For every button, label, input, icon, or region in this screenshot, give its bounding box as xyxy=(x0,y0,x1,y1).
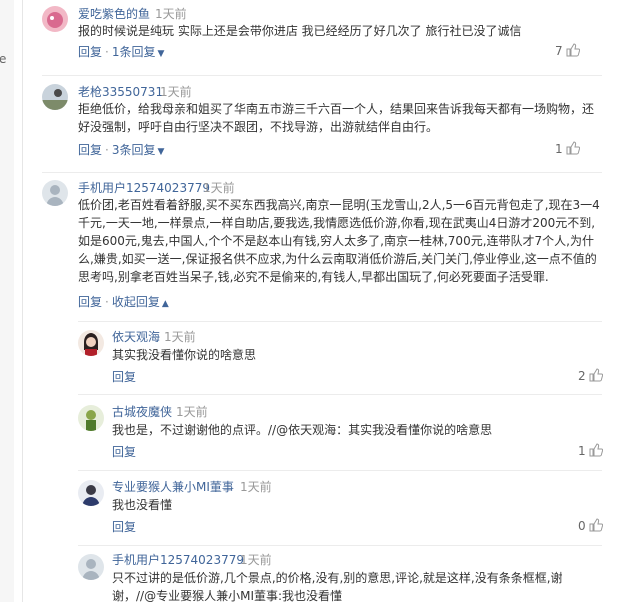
subreply-time: 1天前 xyxy=(240,480,272,494)
comment-actions: 回复 · 收起回复 ▲ xyxy=(78,293,169,310)
like-button[interactable]: 7 xyxy=(555,43,580,60)
left-panel-text: e xyxy=(0,52,7,66)
divider xyxy=(42,75,602,76)
vertical-divider xyxy=(22,0,23,602)
avatar[interactable] xyxy=(78,330,104,356)
avatar[interactable] xyxy=(42,6,68,32)
comment-username[interactable]: 手机用户12574023779 xyxy=(78,179,210,196)
comment-text: 拒绝低价，给我母亲和姐买了华南五市游三千六百一个人，结果回来告诉我每天都有一场购… xyxy=(78,102,595,134)
like-count: 1 xyxy=(578,444,586,458)
divider xyxy=(78,545,602,546)
left-panel: e xyxy=(0,0,14,602)
avatar[interactable] xyxy=(42,180,68,206)
subreply-actions: 回复 xyxy=(112,443,136,460)
thumbs-up-icon xyxy=(566,141,580,158)
subreply-time: 1天前 xyxy=(240,553,272,567)
like-button[interactable]: 0 xyxy=(578,518,603,535)
subreply-text: 我也是，不过谢谢他的点评。//@依天观海：其实我没看懂你说的啥意思 xyxy=(112,423,493,437)
chevron-up-icon[interactable]: ▲ xyxy=(162,299,169,309)
subreply-time: 1天前 xyxy=(176,405,208,419)
divider xyxy=(78,470,602,471)
thumbs-up-icon xyxy=(589,443,603,460)
reply-button[interactable]: 回复 xyxy=(112,445,136,459)
separator-dot: · xyxy=(105,143,109,157)
like-count: 0 xyxy=(578,519,586,533)
subreply-text: 我也没看懂 xyxy=(112,498,173,512)
subreply-actions: 回复 xyxy=(112,518,136,535)
avatar[interactable] xyxy=(78,405,104,431)
reply-button[interactable]: 回复 xyxy=(78,45,102,59)
like-count: 7 xyxy=(555,44,563,58)
collapse-replies-button[interactable]: 收起回复 xyxy=(112,295,160,309)
chevron-down-icon[interactable]: ▼ xyxy=(157,49,164,59)
chevron-down-icon[interactable]: ▼ xyxy=(157,147,164,157)
expand-replies-button[interactable]: 1条回复 xyxy=(112,45,156,59)
subreply-actions: 回复 xyxy=(112,368,136,385)
subreply-username[interactable]: 古城夜魔侠 xyxy=(112,403,172,420)
subreply-text: 其实我没看懂你说的啥意思 xyxy=(112,348,257,362)
divider xyxy=(78,321,602,322)
thumbs-up-icon xyxy=(589,368,603,385)
subreply-text: 只不过讲的是低价游,几个景点,的价格,没有,别的意思,评论,就是这样,没有条条框… xyxy=(112,571,563,603)
like-button[interactable]: 2 xyxy=(578,368,603,385)
thumbs-up-icon xyxy=(566,43,580,60)
like-button[interactable]: 1 xyxy=(578,443,603,460)
avatar[interactable] xyxy=(78,554,104,580)
subreply-time: 1天前 xyxy=(164,330,196,344)
comment-time: 1天前 xyxy=(160,85,192,99)
subreply-username[interactable]: 专业要猴人兼小MI董事 xyxy=(112,478,234,495)
comment-actions: 回复 · 1条回复 ▼ xyxy=(78,43,164,60)
avatar[interactable] xyxy=(42,84,68,110)
comment-username[interactable]: 老枪33550731 xyxy=(78,83,163,100)
divider xyxy=(42,172,602,173)
comment-time: 1天前 xyxy=(203,181,235,195)
reply-button[interactable]: 回复 xyxy=(78,143,102,157)
comment-username[interactable]: 爱吃紫色的鱼 xyxy=(78,5,150,22)
reply-button[interactable]: 回复 xyxy=(112,370,136,384)
like-count: 2 xyxy=(578,369,586,383)
like-count: 1 xyxy=(555,142,563,156)
separator-dot: · xyxy=(105,45,109,59)
like-button[interactable]: 1 xyxy=(555,141,580,158)
comment-text: 报的时候说是纯玩 实际上还是会带你进店 我已经经历了好几次了 旅行社已没了诚信 xyxy=(78,24,522,38)
thumbs-up-icon xyxy=(589,518,603,535)
comment-time: 1天前 xyxy=(155,7,187,21)
subreply-username[interactable]: 依天观海 xyxy=(112,328,160,345)
avatar[interactable] xyxy=(78,480,104,506)
divider xyxy=(78,394,602,395)
comment-text: 低价团,老百姓看着舒服,买不买东西我高兴,南京一昆明(玉龙雪山,2人,5一6百元… xyxy=(78,198,600,284)
reply-button[interactable]: 回复 xyxy=(112,520,136,534)
expand-replies-button[interactable]: 3条回复 xyxy=(112,143,156,157)
subreply-username[interactable]: 手机用户12574023779 xyxy=(112,551,244,568)
reply-button[interactable]: 回复 xyxy=(78,295,102,309)
separator-dot: · xyxy=(105,295,109,309)
comment-actions: 回复 · 3条回复 ▼ xyxy=(78,141,164,158)
